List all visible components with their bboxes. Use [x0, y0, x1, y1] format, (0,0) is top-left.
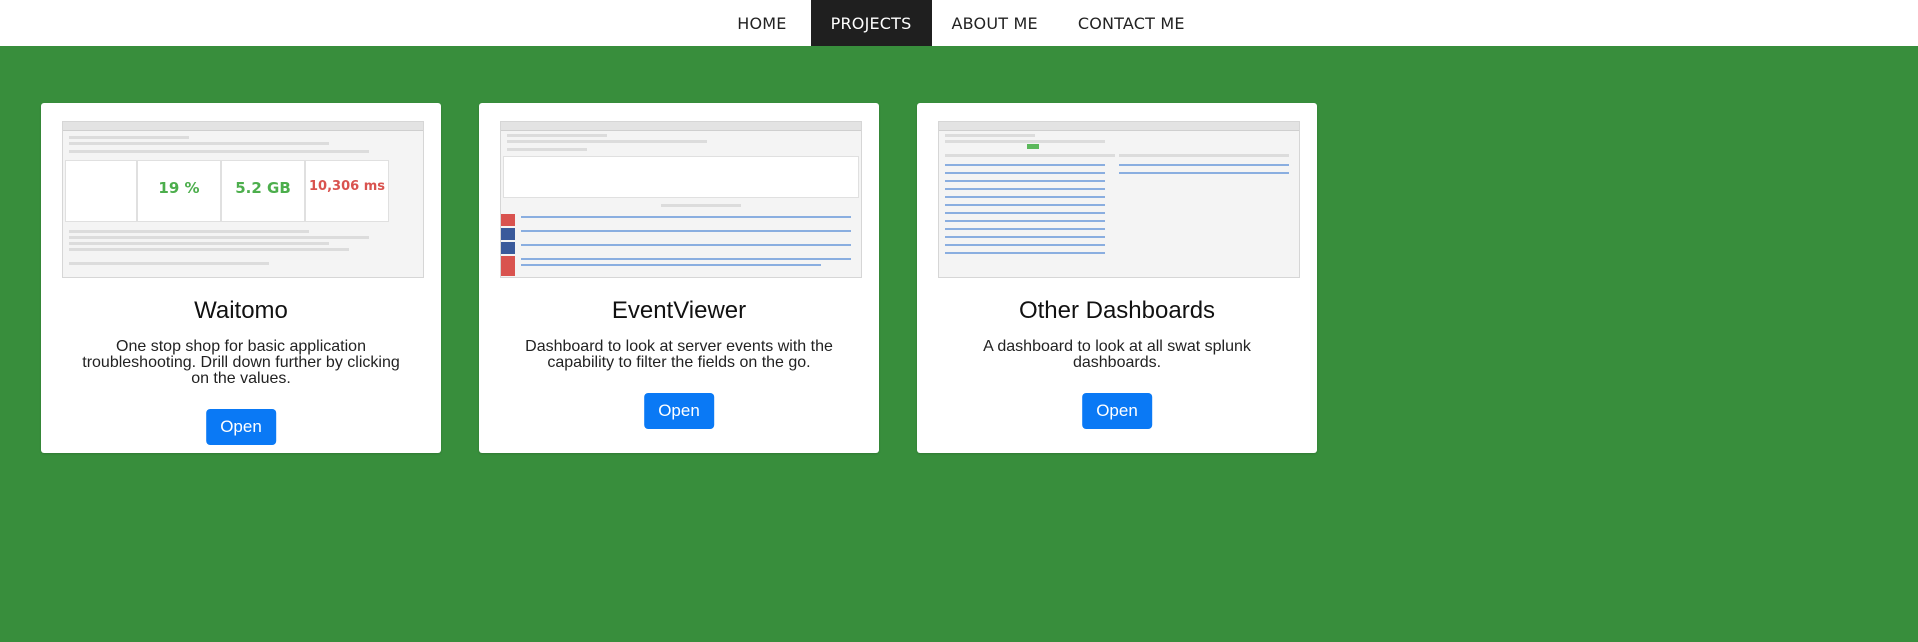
project-thumbnail: 19 % 5.2 GB 10,306 ms: [62, 121, 424, 278]
nav-contact-me[interactable]: CONTACT ME: [1058, 0, 1205, 46]
card-description: A dashboard to look at all swat splunk d…: [983, 338, 1251, 371]
thumb-stat-memory: 5.2 GB: [235, 179, 291, 197]
project-card-other-dashboards: Other Dashboards A dashboard to look at …: [917, 103, 1317, 453]
nav-about-me[interactable]: ABOUT ME: [932, 0, 1058, 46]
card-description: Dashboard to look at server events with …: [525, 338, 833, 371]
thumb-toolbar: [501, 122, 861, 131]
open-button[interactable]: Open: [644, 393, 714, 429]
project-thumbnail: [938, 121, 1300, 278]
thumb-toolbar: [63, 122, 423, 131]
card-description: One stop shop for basic application trou…: [82, 338, 400, 387]
open-button[interactable]: Open: [206, 409, 276, 445]
project-cards: 19 % 5.2 GB 10,306 ms Waitomo One stop s…: [41, 103, 1317, 453]
nav-home[interactable]: HOME: [713, 0, 810, 46]
project-card-waitomo: 19 % 5.2 GB 10,306 ms Waitomo One stop s…: [41, 103, 441, 453]
thumb-toolbar: [939, 122, 1299, 131]
top-navigation: HOME PROJECTS ABOUT ME CONTACT ME: [0, 0, 1918, 46]
card-title: EventViewer: [611, 297, 747, 324]
project-thumbnail: [500, 121, 862, 278]
open-button[interactable]: Open: [1082, 393, 1152, 429]
nav-projects[interactable]: PROJECTS: [810, 0, 932, 46]
project-card-eventviewer: EventViewer Dashboard to look at server …: [479, 103, 879, 453]
card-title: Other Dashboards: [1018, 297, 1216, 324]
thumb-stat-cpu: 19 %: [158, 179, 200, 197]
thumb-stat-response: 10,306 ms: [309, 179, 385, 194]
card-title: Waitomo: [194, 297, 288, 324]
